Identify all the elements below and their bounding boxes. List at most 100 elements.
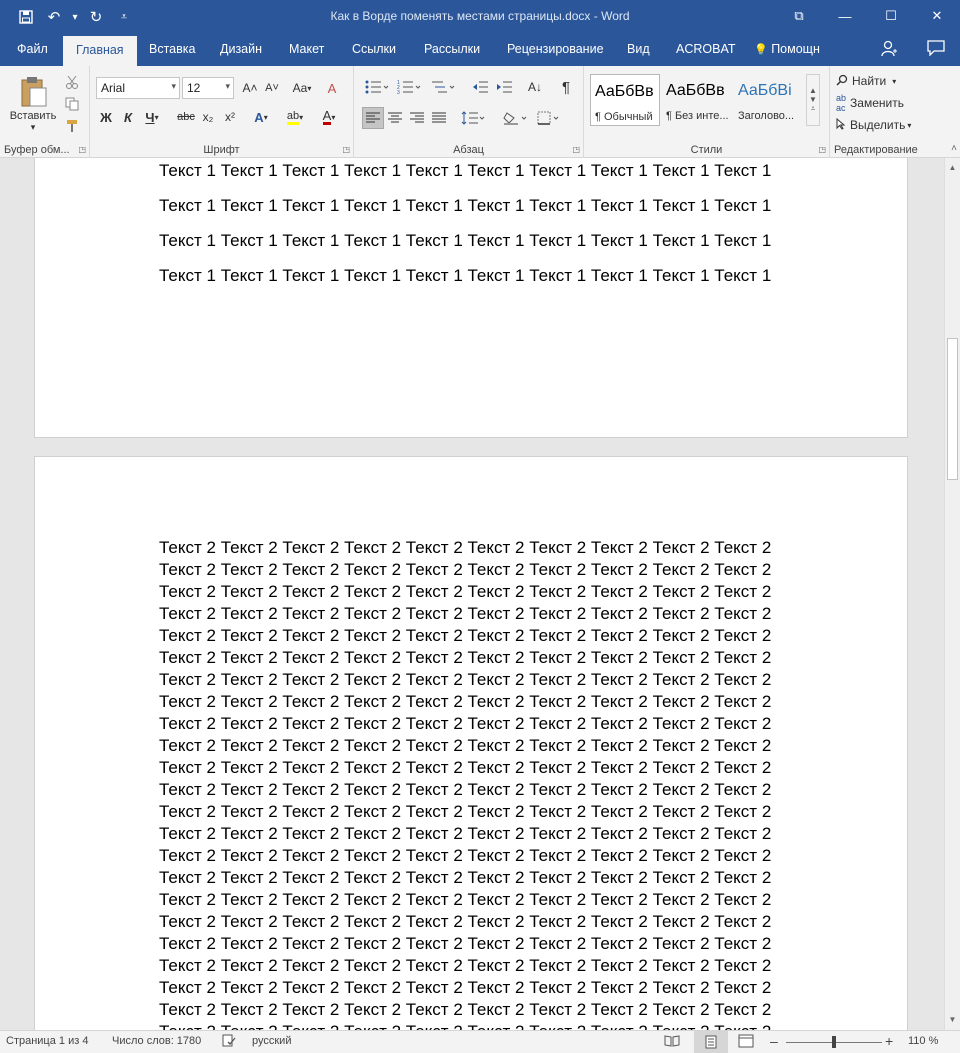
multilevel-list-icon[interactable] (428, 77, 458, 97)
comments-icon[interactable] (927, 40, 945, 61)
text-line-page2[interactable]: Текст 2 Текст 2 Текст 2 Текст 2 Текст 2 … (159, 912, 771, 932)
text-line-page2[interactable]: Текст 2 Текст 2 Текст 2 Текст 2 Текст 2 … (159, 648, 771, 668)
scroll-up-icon[interactable]: ▲ (945, 160, 960, 176)
text-line-page2[interactable]: Текст 2 Текст 2 Текст 2 Текст 2 Текст 2 … (159, 604, 771, 624)
text-line-page2[interactable]: Текст 2 Текст 2 Текст 2 Текст 2 Текст 2 … (159, 978, 771, 998)
bullets-icon[interactable] (362, 77, 392, 97)
document-area[interactable]: Текст 1 Текст 1 Текст 1 Текст 1 Текст 1 … (0, 158, 944, 1030)
chevron-up-icon[interactable]: ▲ (809, 86, 817, 95)
zoom-in-button[interactable]: + (885, 1033, 893, 1049)
print-layout-icon[interactable] (694, 1031, 728, 1053)
text-line-page2[interactable]: Текст 2 Текст 2 Текст 2 Текст 2 Текст 2 … (159, 560, 771, 580)
borders-icon[interactable] (534, 107, 564, 129)
paste-button[interactable]: Вставить ▾ (10, 72, 56, 136)
tab-file[interactable]: Файл (17, 42, 48, 56)
page-2[interactable]: Текст 2 Текст 2 Текст 2 Текст 2 Текст 2 … (34, 456, 908, 1030)
text-line-page2[interactable]: Текст 2 Текст 2 Текст 2 Текст 2 Текст 2 … (159, 934, 771, 954)
minimize-button[interactable]: — (822, 0, 868, 32)
sort-button[interactable]: A↓ (524, 77, 546, 97)
select-button[interactable]: Выделить ▾ (836, 116, 911, 134)
shrink-font-button[interactable]: A˅ (262, 78, 282, 98)
close-button[interactable]: ✕ (914, 0, 960, 32)
web-layout-icon[interactable] (738, 1034, 754, 1051)
text-line-page2[interactable]: Текст 2 Текст 2 Текст 2 Текст 2 Текст 2 … (159, 538, 771, 558)
align-center-icon[interactable] (384, 107, 406, 129)
find-button[interactable]: Найти ▾ (836, 72, 896, 90)
tab-insert[interactable]: Вставка (149, 42, 195, 56)
cut-icon[interactable] (62, 72, 82, 92)
more-styles-icon[interactable]: ⩡ (811, 104, 816, 114)
text-line-page2[interactable]: Текст 2 Текст 2 Текст 2 Текст 2 Текст 2 … (159, 626, 771, 646)
justify-icon[interactable] (428, 107, 450, 129)
proofing-icon[interactable] (222, 1034, 236, 1050)
text-line-page2[interactable]: Текст 2 Текст 2 Текст 2 Текст 2 Текст 2 … (159, 846, 771, 866)
replace-button[interactable]: ab ac Заменить (836, 93, 904, 113)
style-normal[interactable]: АаБбВв ¶ Обычный (590, 74, 660, 126)
style-heading[interactable]: АаБбВі Заголово... (734, 74, 802, 126)
tab-layout[interactable]: Макет (289, 42, 324, 56)
numbering-icon[interactable]: 123 (394, 77, 424, 97)
text-line-page2[interactable]: Текст 2 Текст 2 Текст 2 Текст 2 Текст 2 … (159, 670, 771, 690)
text-line-page2[interactable]: Текст 2 Текст 2 Текст 2 Текст 2 Текст 2 … (159, 692, 771, 712)
font-launcher-icon[interactable]: ◳ (342, 145, 350, 154)
zoom-level[interactable]: 110 % (908, 1035, 938, 1047)
zoom-slider-thumb[interactable] (832, 1036, 836, 1048)
tab-design[interactable]: Дизайн (220, 42, 262, 56)
chevron-down-icon[interactable]: ▼ (809, 95, 817, 104)
text-line-page2[interactable]: Текст 2 Текст 2 Текст 2 Текст 2 Текст 2 … (159, 802, 771, 822)
text-line-page2[interactable]: Текст 2 Текст 2 Текст 2 Текст 2 Текст 2 … (159, 714, 771, 734)
tab-home[interactable]: Главная (63, 36, 137, 66)
text-line-page2[interactable]: Текст 2 Текст 2 Текст 2 Текст 2 Текст 2 … (159, 868, 771, 888)
collapse-ribbon-icon[interactable]: ˄ (951, 143, 957, 154)
tab-view[interactable]: Вид (627, 42, 650, 56)
text-line-page2[interactable]: Текст 2 Текст 2 Текст 2 Текст 2 Текст 2 … (159, 1022, 771, 1030)
text-line-page1[interactable]: Текст 1 Текст 1 Текст 1 Текст 1 Текст 1 … (159, 161, 771, 181)
tell-me-box[interactable]: 💡 Помощн (754, 42, 820, 56)
page-count[interactable]: Страница 1 из 4 (6, 1035, 88, 1047)
style-no-spacing[interactable]: АаБбВв ¶ Без инте... (662, 74, 732, 126)
shading-icon[interactable] (500, 107, 530, 129)
tab-references[interactable]: Ссылки (352, 42, 396, 56)
decrease-indent-icon[interactable] (470, 77, 490, 97)
scroll-down-icon[interactable]: ▼ (945, 1012, 960, 1028)
superscript-button[interactable]: x² (220, 107, 240, 127)
align-right-icon[interactable] (406, 107, 428, 129)
styles-scroll[interactable]: ▲ ▼ ⩡ (806, 74, 820, 126)
text-line-page2[interactable]: Текст 2 Текст 2 Текст 2 Текст 2 Текст 2 … (159, 890, 771, 910)
page-1[interactable]: Текст 1 Текст 1 Текст 1 Текст 1 Текст 1 … (34, 158, 908, 438)
font-color-button[interactable]: A ▾ (314, 107, 344, 127)
italic-button[interactable]: К (118, 107, 138, 127)
text-line-page2[interactable]: Текст 2 Текст 2 Текст 2 Текст 2 Текст 2 … (159, 736, 771, 756)
read-mode-icon[interactable] (664, 1034, 680, 1050)
align-left-icon[interactable] (362, 107, 384, 129)
language[interactable]: русский (252, 1035, 291, 1047)
text-line-page2[interactable]: Текст 2 Текст 2 Текст 2 Текст 2 Текст 2 … (159, 1000, 771, 1020)
clear-formatting-button[interactable]: A (322, 78, 342, 98)
styles-launcher-icon[interactable]: ◳ (818, 145, 826, 154)
grow-font-button[interactable]: A˄ (240, 78, 260, 98)
text-line-page2[interactable]: Текст 2 Текст 2 Текст 2 Текст 2 Текст 2 … (159, 824, 771, 844)
vertical-scrollbar[interactable]: ▲ ▼ (944, 158, 960, 1030)
clipboard-launcher-icon[interactable]: ◳ (78, 145, 86, 154)
text-line-page1[interactable]: Текст 1 Текст 1 Текст 1 Текст 1 Текст 1 … (159, 266, 771, 286)
font-name-combo[interactable]: Arial ▾ (96, 77, 180, 99)
tab-review[interactable]: Рецензирование (507, 42, 604, 56)
increase-indent-icon[interactable] (494, 77, 514, 97)
text-line-page2[interactable]: Текст 2 Текст 2 Текст 2 Текст 2 Текст 2 … (159, 780, 771, 800)
text-line-page2[interactable]: Текст 2 Текст 2 Текст 2 Текст 2 Текст 2 … (159, 956, 771, 976)
change-case-button[interactable]: Aa ▾ (288, 78, 316, 98)
text-line-page1[interactable]: Текст 1 Текст 1 Текст 1 Текст 1 Текст 1 … (159, 196, 771, 216)
underline-button[interactable]: Ч ▾ (140, 107, 164, 127)
subscript-button[interactable]: x₂ (198, 107, 218, 127)
text-effects-button[interactable]: A ▾ (248, 107, 274, 127)
text-line-page2[interactable]: Текст 2 Текст 2 Текст 2 Текст 2 Текст 2 … (159, 582, 771, 602)
show-formatting-button[interactable]: ¶ (556, 77, 576, 97)
word-count[interactable]: Число слов: 1780 (112, 1035, 201, 1047)
tab-acrobat[interactable]: ACROBAT (676, 42, 736, 56)
text-line-page2[interactable]: Текст 2 Текст 2 Текст 2 Текст 2 Текст 2 … (159, 758, 771, 778)
ribbon-display-options-button[interactable]: ⧉ (776, 0, 822, 32)
share-icon[interactable] (881, 40, 897, 63)
paragraph-launcher-icon[interactable]: ◳ (572, 145, 580, 154)
format-painter-icon[interactable] (62, 116, 82, 136)
copy-icon[interactable] (62, 94, 82, 114)
